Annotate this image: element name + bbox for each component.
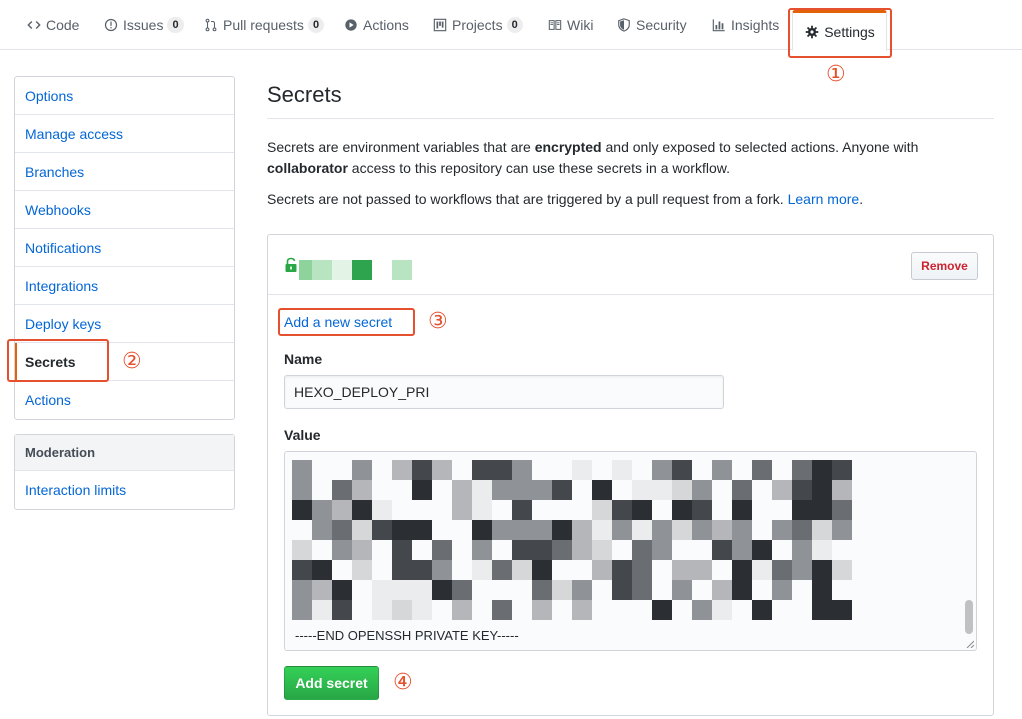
tab-code[interactable]: Code	[26, 0, 79, 50]
tab-label: Wiki	[567, 17, 594, 33]
code-icon	[26, 17, 42, 33]
remove-secret-button[interactable]: Remove	[911, 252, 978, 280]
secret-name-input[interactable]	[284, 375, 724, 409]
annotation-number-2: ②	[122, 349, 142, 374]
lock-icon	[284, 257, 298, 273]
projects-counter: 0	[506, 17, 523, 33]
menu-item-options[interactable]: Options	[15, 77, 234, 115]
secret-value-tail: -----END OPENSSH PRIVATE KEY-----	[295, 628, 519, 643]
tab-security[interactable]: Security	[616, 0, 687, 50]
tab-label: Security	[636, 17, 687, 33]
annotation-box-secrets	[7, 339, 109, 382]
tab-label: Pull requests	[223, 17, 304, 33]
menu-item-notifications[interactable]: Notifications	[15, 229, 234, 267]
tab-pull-requests[interactable]: Pull requests 0	[203, 0, 325, 50]
value-label: Value	[284, 427, 321, 443]
textarea-scrollbar[interactable]	[965, 600, 973, 634]
shield-icon	[616, 17, 632, 33]
project-icon	[432, 17, 448, 33]
learn-more-link[interactable]: Learn more	[788, 191, 860, 207]
description-text: access to this repository can use these …	[347, 160, 730, 176]
moderation-menu: Moderation Interaction limits	[14, 434, 235, 510]
tab-projects[interactable]: Projects 0	[432, 0, 523, 50]
issues-counter: 0	[167, 17, 184, 33]
play-icon	[343, 17, 359, 33]
graph-icon	[711, 17, 727, 33]
tab-insights[interactable]: Insights	[711, 0, 779, 50]
git-pull-request-icon	[203, 17, 219, 33]
pull-requests-counter: 0	[307, 17, 325, 33]
menu-item-integrations[interactable]: Integrations	[15, 267, 234, 305]
tab-issues[interactable]: Issues 0	[103, 0, 184, 50]
book-icon	[547, 17, 563, 33]
description-bold-collaborator: collaborator	[267, 160, 348, 176]
secrets-description: Secrets are environment variables that a…	[267, 137, 995, 179]
fork-notice-end: .	[859, 191, 864, 207]
annotation-number-3: ③	[428, 309, 448, 334]
secret-row: Remove	[268, 235, 993, 295]
add-secret-button[interactable]: Add secret	[284, 666, 379, 700]
fork-notice: Secrets are not passed to workflows that…	[267, 189, 995, 210]
annotation-box-add-secret	[278, 308, 415, 336]
redacted-key-content	[292, 460, 852, 620]
tab-label: Actions	[363, 17, 409, 33]
annotation-number-4: ④	[393, 670, 413, 695]
title-divider	[267, 118, 994, 119]
menu-item-actions[interactable]: Actions	[15, 381, 234, 419]
menu-item-deploy-keys[interactable]: Deploy keys	[15, 305, 234, 343]
issue-opened-icon	[103, 17, 119, 33]
tab-actions[interactable]: Actions	[343, 0, 409, 50]
description-text: Secrets are environment variables that a…	[267, 139, 535, 155]
fork-notice-text: Secrets are not passed to workflows that…	[267, 191, 788, 207]
annotation-number-1: ①	[826, 62, 846, 87]
moderation-heading: Moderation	[15, 435, 234, 471]
tab-wiki[interactable]: Wiki	[547, 0, 593, 50]
menu-item-manage-access[interactable]: Manage access	[15, 115, 234, 153]
page-title: Secrets	[267, 82, 342, 107]
name-label: Name	[284, 351, 323, 367]
menu-item-branches[interactable]: Branches	[15, 153, 234, 191]
tab-label: Projects	[452, 17, 503, 33]
menu-item-webhooks[interactable]: Webhooks	[15, 191, 234, 229]
tab-label: Code	[46, 17, 80, 33]
description-text: and only exposed to selected actions. An…	[601, 139, 919, 155]
resize-handle-icon[interactable]	[966, 640, 974, 648]
secret-value-textarea[interactable]: -----END OPENSSH PRIVATE KEY-----	[284, 451, 977, 651]
menu-item-interaction-limits[interactable]: Interaction limits	[15, 471, 234, 509]
description-bold-encrypted: encrypted	[534, 139, 602, 155]
tab-label: Issues	[123, 17, 164, 33]
tab-label: Insights	[731, 17, 780, 33]
annotation-box-settings	[788, 8, 892, 58]
